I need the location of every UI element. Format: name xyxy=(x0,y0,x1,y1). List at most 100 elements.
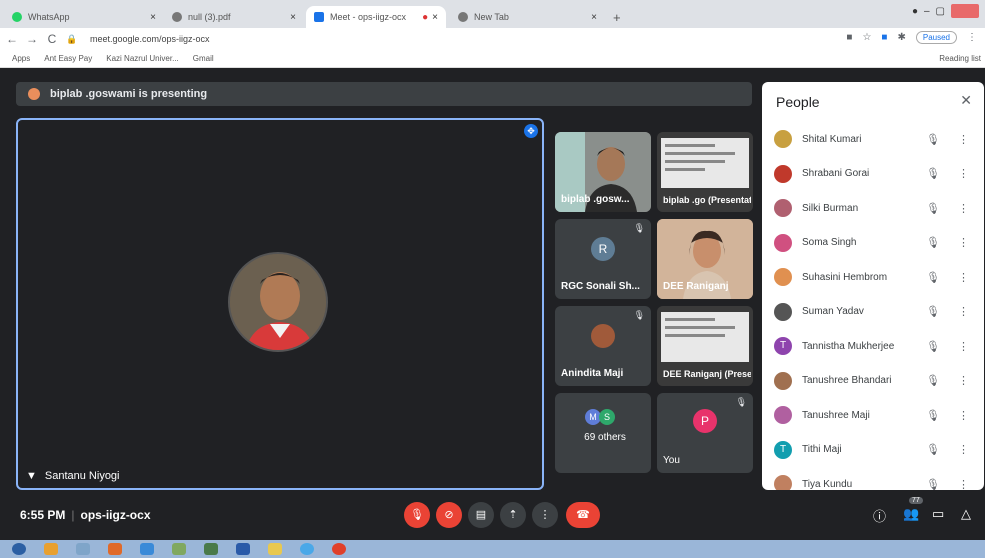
mic-off-icon[interactable]: 🎙 xyxy=(926,443,940,456)
maximize-icon[interactable]: ▢ xyxy=(936,6,945,17)
participant-row[interactable]: Tanushree Maji 🎙 ⋮ xyxy=(774,398,974,432)
meeting-controls-bar: 6:55 PM | ops-iigz-ocx 🎙 ⊘ ▤ ⇡ ⋮ ☎ ⓘ 👥 ▭ △ xyxy=(0,490,985,540)
bookmark-ant-easy-pay[interactable]: Ant Easy Pay xyxy=(44,54,92,63)
more-options-button[interactable]: ⋮ xyxy=(532,502,558,528)
reload-icon[interactable]: C xyxy=(44,32,60,46)
more-icon[interactable]: ⋮ xyxy=(958,374,969,387)
participant-tile[interactable]: DEE Raniganj xyxy=(657,219,753,299)
media-player-icon[interactable] xyxy=(44,543,58,555)
close-icon[interactable]: × xyxy=(591,12,597,23)
ie-icon[interactable] xyxy=(300,543,314,555)
camera-toggle-button[interactable]: ⊘ xyxy=(436,502,462,528)
close-icon[interactable]: × xyxy=(290,12,296,23)
close-icon[interactable]: × xyxy=(432,12,438,23)
mic-toggle-button[interactable]: 🎙 xyxy=(404,502,430,528)
participant-row[interactable]: T Tithi Maji 🎙 ⋮ xyxy=(774,433,974,467)
more-icon[interactable]: ⋮ xyxy=(958,271,969,284)
more-icon[interactable]: ⋮ xyxy=(958,478,969,491)
edge-icon[interactable] xyxy=(140,543,154,555)
mic-off-icon[interactable]: 🎙 xyxy=(926,202,940,215)
more-icon[interactable]: ⋮ xyxy=(958,133,969,146)
mic-off-icon[interactable]: 🎙 xyxy=(926,305,940,318)
participant-row[interactable]: Suman Yadav 🎙 ⋮ xyxy=(774,295,974,329)
camera-icon[interactable]: ■ xyxy=(846,32,852,43)
chrome-taskbar-icon[interactable] xyxy=(332,543,346,555)
bookmark-kazi-nazrul[interactable]: Kazi Nazrul Univer... xyxy=(106,54,178,63)
bookmark-gmail[interactable]: Gmail xyxy=(193,54,214,63)
url-field[interactable]: meet.google.com/ops-iigz-ocx xyxy=(90,34,210,44)
word-icon[interactable] xyxy=(236,543,250,555)
forward-icon[interactable]: → xyxy=(24,32,40,46)
close-icon[interactable]: × xyxy=(150,12,156,23)
back-icon[interactable]: ← xyxy=(4,32,20,46)
reading-list-button[interactable]: Reading list xyxy=(939,54,981,63)
participant-row[interactable]: Shrabani Gorai 🎙 ⋮ xyxy=(774,157,974,191)
present-button[interactable]: ⇡ xyxy=(500,502,526,528)
captions-button[interactable]: ▤ xyxy=(468,502,494,528)
new-tab-button[interactable]: + xyxy=(605,6,625,28)
presentation-tile[interactable]: DEE Raniganj (Presentation) xyxy=(657,306,753,386)
speaker-avatar xyxy=(228,252,328,352)
main-speaker-view[interactable]: ✥ ▼ Santanu Niyogi xyxy=(16,118,544,490)
tab-meet[interactable]: Meet - ops-iigz-ocx ● × xyxy=(306,6,446,28)
tab-whatsapp[interactable]: WhatsApp × xyxy=(4,6,164,28)
menu-icon[interactable]: ⋮ xyxy=(967,32,977,43)
firefox-icon[interactable] xyxy=(108,543,122,555)
more-icon[interactable]: ⋮ xyxy=(958,340,969,353)
participant-row[interactable]: Silki Burman 🎙 ⋮ xyxy=(774,191,974,225)
minimize-icon[interactable]: – xyxy=(924,6,930,17)
extension-icon[interactable]: ■ xyxy=(881,32,887,43)
self-tile[interactable]: 🎙 P You xyxy=(657,393,753,473)
tab-pdf[interactable]: null (3).pdf × xyxy=(164,6,304,28)
participant-row[interactable]: Soma Singh 🎙 ⋮ xyxy=(774,226,974,260)
hang-up-button[interactable]: ☎ xyxy=(566,502,600,528)
self-initial: P xyxy=(693,409,717,433)
puzzle-icon[interactable]: ✱ xyxy=(897,32,905,43)
mic-off-icon[interactable]: 🎙 xyxy=(926,167,940,180)
mic-off-icon[interactable]: 🎙 xyxy=(926,271,940,284)
others-tile[interactable]: M S 69 others xyxy=(555,393,651,473)
people-icon[interactable]: 👥 xyxy=(903,506,919,522)
participant-avatar xyxy=(774,371,792,390)
more-icon[interactable]: ⋮ xyxy=(958,167,969,180)
pin-icon[interactable]: ✥ xyxy=(524,124,538,138)
start-icon[interactable] xyxy=(12,543,26,555)
star-icon[interactable]: ☆ xyxy=(862,32,871,43)
participant-name: Shital Kumari xyxy=(802,133,862,145)
more-icon[interactable]: ⋮ xyxy=(958,236,969,249)
more-icon[interactable]: ⋮ xyxy=(958,443,969,456)
mic-off-icon[interactable]: 🎙 xyxy=(926,409,940,422)
participant-name: Tiya Kundu xyxy=(802,478,853,490)
spreadsheet-icon[interactable] xyxy=(172,543,186,555)
mic-off-icon[interactable]: 🎙 xyxy=(926,340,940,353)
presenting-banner: biplab .goswami is presenting xyxy=(16,82,752,106)
folder-icon[interactable] xyxy=(268,543,282,555)
tab-new-tab[interactable]: New Tab × xyxy=(450,6,605,28)
info-icon[interactable]: ⓘ xyxy=(873,506,886,525)
presentation-tile[interactable]: biplab .go (Presentati... xyxy=(657,132,753,212)
participant-row[interactable]: Suhasini Hembrom 🎙 ⋮ xyxy=(774,260,974,294)
more-icon[interactable]: ⋮ xyxy=(958,305,969,318)
paused-profile-button[interactable]: Paused xyxy=(915,31,957,44)
mic-off-icon[interactable]: 🎙 xyxy=(926,374,940,387)
participant-row[interactable]: T Tannistha Mukherjee 🎙 ⋮ xyxy=(774,329,974,363)
mic-off-icon[interactable]: 🎙 xyxy=(926,133,940,146)
window-close-button[interactable] xyxy=(951,4,979,18)
close-icon[interactable]: ✕ xyxy=(960,92,972,109)
participant-name: Shrabani Gorai xyxy=(802,168,870,179)
file-explorer-icon[interactable] xyxy=(76,543,90,555)
more-icon[interactable]: ⋮ xyxy=(958,202,969,215)
mic-off-icon[interactable]: 🎙 xyxy=(926,236,940,249)
participant-row[interactable]: Tanushree Bhandari 🎙 ⋮ xyxy=(774,364,974,398)
mic-off-icon[interactable]: 🎙 xyxy=(926,478,940,491)
chat-icon[interactable]: ▭ xyxy=(932,506,944,522)
participant-row[interactable]: Shital Kumari 🎙 ⋮ xyxy=(774,122,974,156)
excel-icon[interactable] xyxy=(204,543,218,555)
participant-tile[interactable]: 🎙 Anindita Maji xyxy=(555,306,651,386)
activities-icon[interactable]: △ xyxy=(961,506,971,522)
participant-tile[interactable]: 🎙 R RGC Sonali Sh... xyxy=(555,219,651,299)
participant-tile[interactable]: biplab .gosw... xyxy=(555,132,651,212)
more-icon[interactable]: ⋮ xyxy=(958,409,969,422)
bookmark-apps[interactable]: Apps xyxy=(12,54,30,63)
others-initial-s: S xyxy=(599,409,615,425)
